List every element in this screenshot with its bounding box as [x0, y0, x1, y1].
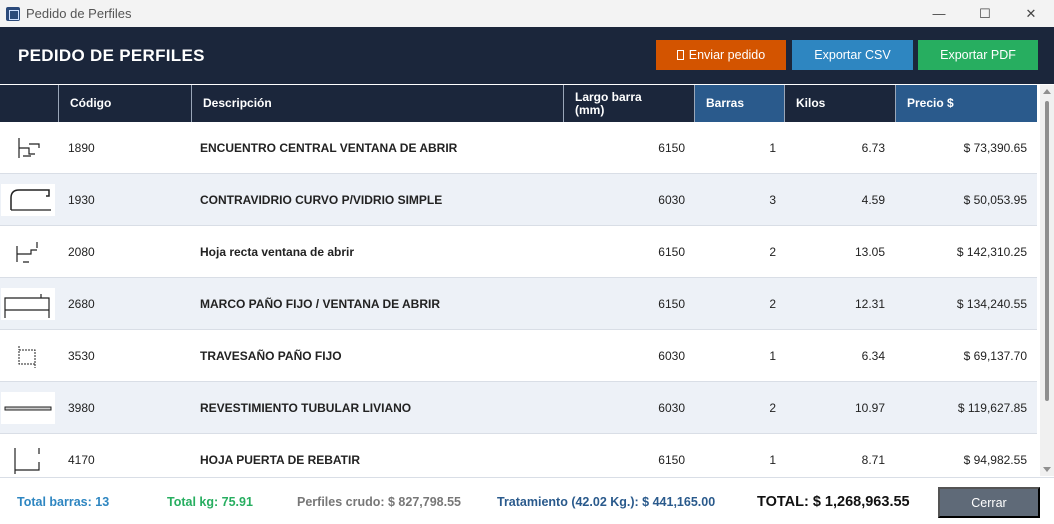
profile-image-cell [0, 382, 56, 433]
cell-kilos: 12.31 [854, 296, 885, 311]
profile-2080-icon [1, 235, 55, 268]
cell-bar-length: 6150 [658, 452, 685, 467]
cell-bars: 2 [769, 296, 776, 311]
close-button[interactable]: Cerrar [938, 487, 1040, 518]
send-order-button[interactable]: Enviar pedido [656, 40, 786, 70]
table-row[interactable]: 4170 HOJA PUERTA DE REBATIR 6150 1 8.71 $ 94,… [0, 434, 1037, 476]
cell-description: MARCO PAÑO FIJO / VENTANA DE ABRIR [200, 296, 441, 311]
send-icon [676, 50, 684, 60]
header-price[interactable]: Precio $ [896, 85, 1037, 122]
table-header: Código Descripción Largo barra (mm) Barr… [0, 85, 1037, 122]
total-bars: Total barras: 13 [17, 495, 110, 509]
cell-description: ENCUENTRO CENTRAL VENTANA DE ABRIR [200, 140, 458, 155]
header-description[interactable]: Descripción [192, 85, 564, 122]
cell-kilos: 4.59 [861, 192, 885, 207]
table-row[interactable]: 3980 REVESTIMIENTO TUBULAR LIVIANO 6030 2 10… [0, 382, 1037, 434]
header-kilos[interactable]: Kilos [785, 85, 896, 122]
profile-1930-icon [1, 183, 55, 216]
cell-price: $ 73,390.65 [963, 140, 1027, 155]
treatment-total: Tratamiento (42.02 Kg.): $ 441,165.00 [497, 495, 716, 509]
cell-code: 2080 [68, 244, 95, 259]
header-image [0, 85, 59, 122]
cell-bar-length: 6030 [658, 348, 685, 363]
cell-code: 1890 [68, 140, 95, 155]
header-bar: PEDIDO DE PERFILES Enviar pedido Exporta… [0, 27, 1054, 84]
scroll-thumb[interactable] [1045, 101, 1049, 401]
page-title: PEDIDO DE PERFILES [18, 46, 205, 65]
profile-image-cell [0, 174, 56, 225]
cell-bar-length: 6030 [658, 192, 685, 207]
cell-code: 1930 [68, 192, 95, 207]
table-row[interactable]: 2080 Hoja recta ventana de abrir 6150 2 13.0… [0, 226, 1037, 278]
cell-kilos: 8.71 [861, 452, 885, 467]
footer-bar: Total barras: 13 Total kg: 75.91 Perfile… [0, 477, 1054, 524]
profile-1890-icon [1, 131, 55, 164]
send-order-label: Enviar pedido [688, 48, 766, 62]
title-bar: Pedido de Perfiles — ☐ ✕ [0, 0, 1054, 27]
profile-3530-icon [1, 339, 55, 372]
profile-2680-icon [1, 287, 55, 320]
cell-bars: 2 [769, 244, 776, 259]
cell-bar-length: 6150 [658, 244, 685, 259]
window-title: Pedido de Perfiles [26, 6, 132, 21]
cell-code: 3530 [68, 348, 95, 363]
profile-image-cell [0, 434, 56, 476]
cell-description: REVESTIMIENTO TUBULAR LIVIANO [200, 400, 412, 415]
cell-description: Hoja recta ventana de abrir [200, 244, 355, 259]
cell-code: 3980 [68, 400, 95, 415]
header-bars[interactable]: Barras [695, 85, 785, 122]
vertical-scrollbar[interactable] [1040, 85, 1054, 476]
cell-price: $ 134,240.55 [956, 296, 1027, 311]
cell-code: 2680 [68, 296, 95, 311]
cell-price: $ 119,627.85 [957, 400, 1027, 415]
cell-kilos: 6.34 [861, 348, 885, 363]
export-pdf-button[interactable]: Exportar PDF [918, 40, 1038, 70]
header-bar-length[interactable]: Largo barra (mm) [564, 85, 695, 122]
scroll-down-icon[interactable] [1043, 467, 1051, 472]
cell-bars: 1 [769, 452, 776, 467]
table-row[interactable]: 3530 TRAVESAÑO PAÑO FIJO 6030 1 6.34 $ 69,137… [0, 330, 1037, 382]
app-icon [6, 6, 20, 21]
profile-image-cell [0, 122, 56, 173]
profiles-table: Código Descripción Largo barra (mm) Barr… [0, 85, 1037, 122]
table-body: 1890 ENCUENTRO CENTRAL VENTANA DE ABRIR 61… [0, 122, 1037, 476]
scroll-up-icon[interactable] [1043, 89, 1051, 94]
cell-bar-length: 6030 [658, 400, 685, 415]
grand-total: TOTAL: $ 1,268,963.55 [757, 494, 910, 510]
cell-bars: 2 [769, 400, 776, 415]
export-csv-button[interactable]: Exportar CSV [792, 40, 913, 70]
profile-image-cell [0, 278, 56, 329]
minimize-icon[interactable]: — [916, 0, 962, 27]
table-row[interactable]: 2680 MARCO PAÑO FIJO / VENTANA DE ABRIR 61… [0, 278, 1037, 330]
raw-profiles-total: Perfiles crudo: $ 827,798.55 [297, 495, 461, 509]
window-controls: — ☐ ✕ [916, 0, 1054, 27]
profile-4170-icon [1, 443, 55, 476]
cell-bar-length: 6150 [658, 140, 685, 155]
cell-price: $ 94,982.55 [963, 452, 1027, 467]
maximize-icon[interactable]: ☐ [962, 0, 1008, 27]
cell-bars: 3 [769, 192, 776, 207]
cell-code: 4170 [68, 452, 95, 467]
close-icon[interactable]: ✕ [1008, 0, 1054, 27]
cell-bar-length: 6150 [658, 296, 685, 311]
cell-kilos: 6.73 [861, 140, 885, 155]
profile-image-cell [0, 226, 56, 277]
table-row[interactable]: 1890 ENCUENTRO CENTRAL VENTANA DE ABRIR 61… [0, 122, 1037, 174]
cell-kilos: 13.05 [854, 244, 885, 259]
cell-bars: 1 [769, 348, 776, 363]
profile-image-cell [0, 330, 56, 381]
cell-price: $ 142,310.25 [956, 244, 1027, 259]
cell-description: CONTRAVIDRIO CURVO P/VIDRIO SIMPLE [200, 192, 443, 207]
cell-kilos: 10.97 [854, 400, 885, 415]
total-kg: Total kg: 75.91 [167, 495, 253, 509]
cell-bars: 1 [769, 140, 776, 155]
cell-description: TRAVESAÑO PAÑO FIJO [200, 348, 342, 363]
header-code[interactable]: Código [59, 85, 192, 122]
cell-description: HOJA PUERTA DE REBATIR [200, 452, 361, 467]
cell-price: $ 69,137.70 [963, 348, 1027, 363]
cell-price: $ 50,053.95 [963, 192, 1027, 207]
profile-3980-icon [1, 391, 55, 424]
table-row[interactable]: 1930 CONTRAVIDRIO CURVO P/VIDRIO SIMPLE 60… [0, 174, 1037, 226]
